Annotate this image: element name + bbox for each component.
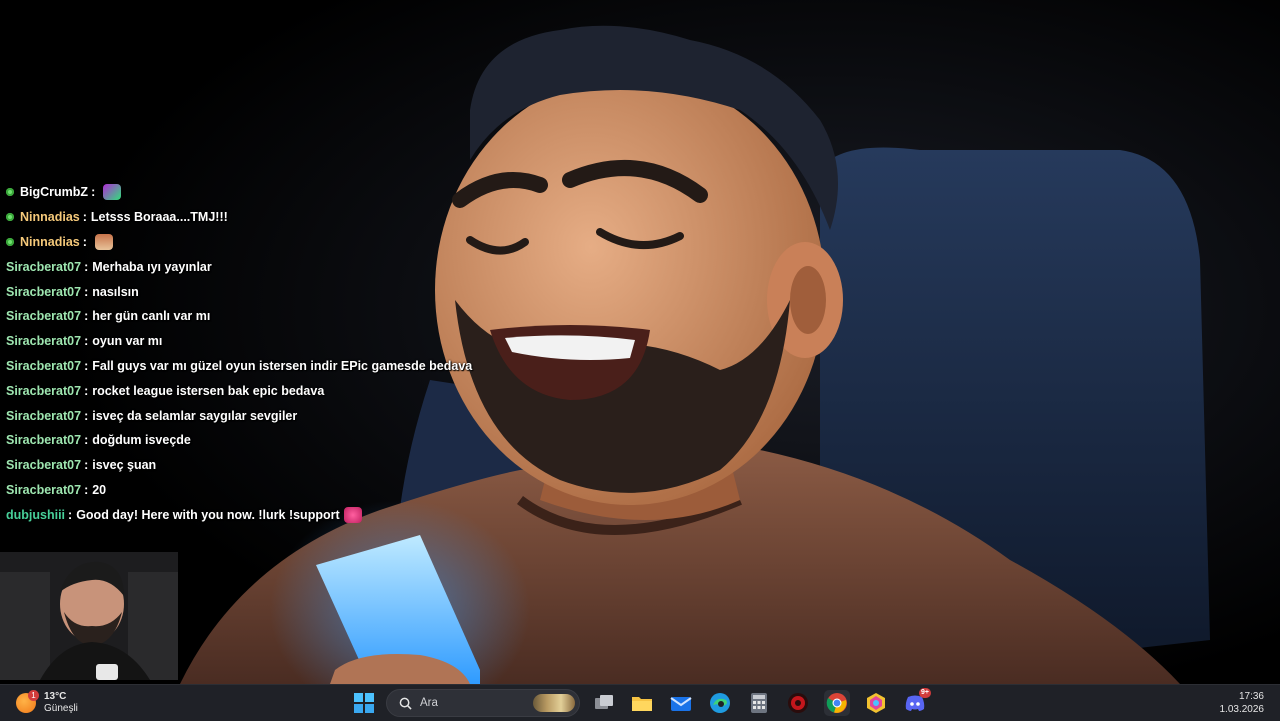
chat-username[interactable]: Siracberat07 xyxy=(6,309,81,323)
chat-message: Siracberat07: isveç da selamlar saygılar … xyxy=(0,403,560,428)
weather-notification-badge: 1 xyxy=(28,690,39,701)
discord-notification-badge: 9+ xyxy=(919,688,931,698)
mail-icon[interactable] xyxy=(668,690,694,716)
heart-emote-icon xyxy=(343,506,362,523)
character-emote-icon xyxy=(94,233,113,250)
chat-username[interactable]: Siracberat07 xyxy=(6,359,81,373)
chat-separator: : xyxy=(84,482,89,497)
file-explorer-icon[interactable] xyxy=(629,690,655,716)
chat-message-text: oyun var mı xyxy=(92,334,163,349)
chat-message-text: Fall guys var mı güzel oyun istersen ind… xyxy=(92,358,473,373)
go-emote-icon xyxy=(103,184,122,201)
colorful-app-icon[interactable] xyxy=(863,690,889,716)
calculator-icon[interactable] xyxy=(746,690,772,716)
chat-separator: : xyxy=(84,383,89,398)
chrome-icon[interactable] xyxy=(824,690,850,716)
search-placeholder: Ara xyxy=(420,697,438,709)
chat-message: dubjushiii: Good day! Here with you now. … xyxy=(0,502,560,527)
chat-separator: : xyxy=(84,458,89,473)
chat-separator: : xyxy=(84,284,89,299)
chat-message: Siracberat07: isveç şuan xyxy=(0,453,560,478)
chat-username[interactable]: Siracberat07 xyxy=(6,483,81,497)
edge-icon[interactable] xyxy=(707,690,733,716)
chat-message: Siracberat07: rocket league istersen bak … xyxy=(0,378,560,403)
taskbar-search-box[interactable]: Ara xyxy=(386,689,580,717)
chat-message-text: 20 xyxy=(92,482,107,497)
chat-separator: : xyxy=(91,185,96,200)
system-clock[interactable]: 17:36 1.03.2026 xyxy=(1220,690,1265,716)
chat-message: Siracberat07: nasılsın xyxy=(0,279,560,304)
chat-username[interactable]: Siracberat07 xyxy=(6,409,81,423)
subscriber-badge-icon xyxy=(6,237,14,246)
chat-message-text: Good day! Here with you now. !lurk !supp… xyxy=(76,507,340,522)
chat-separator: : xyxy=(82,210,87,225)
chat-message: Siracberat07: her gün canlı var mı xyxy=(0,304,560,329)
chat-separator: : xyxy=(84,309,89,324)
stream-chat-overlay: BigCrumbZ: Ninnadias: Letsss Boraaa....TMJ… xyxy=(0,180,560,527)
clock-date: 1.03.2026 xyxy=(1219,704,1265,715)
chat-separator: : xyxy=(84,259,89,274)
chat-separator: : xyxy=(84,408,89,423)
search-icon xyxy=(399,697,412,710)
sun-icon: 1 xyxy=(16,690,39,713)
chat-message-text: doğdum isveçde xyxy=(92,433,191,448)
windows-taskbar: 1 13°C Güneşli Ara 9+ 17:36 1.03.2026 xyxy=(0,684,1280,721)
chat-username[interactable]: Siracberat07 xyxy=(6,334,81,348)
webcam-feed-image xyxy=(0,552,178,680)
clock-time: 17:36 xyxy=(1238,691,1264,702)
red-app-icon[interactable] xyxy=(785,690,811,716)
chat-message: Siracberat07: Fall guys var mı güzel oyun… xyxy=(0,354,560,379)
subscriber-badge-icon xyxy=(6,213,14,222)
weather-widget[interactable]: 1 13°C Güneşli xyxy=(16,689,78,717)
chat-username[interactable]: Siracberat07 xyxy=(6,384,81,398)
chat-message: Ninnadias: xyxy=(0,230,560,255)
chat-username[interactable]: Siracberat07 xyxy=(6,458,81,472)
chat-separator: : xyxy=(82,234,87,249)
chat-username[interactable]: BigCrumbZ xyxy=(20,185,88,199)
chat-username[interactable]: Siracberat07 xyxy=(6,260,81,274)
chat-message-text: isveç şuan xyxy=(92,458,157,473)
chat-message: Siracberat07: oyun var mı xyxy=(0,329,560,354)
chat-separator: : xyxy=(68,507,73,522)
chat-username[interactable]: Ninnadias xyxy=(20,235,80,249)
chat-username[interactable]: dubjushiii xyxy=(6,508,65,522)
chat-message: Siracberat07: Merhaba ıyı yayınlar xyxy=(0,254,560,279)
chat-message-text: rocket league istersen bak epic bedava xyxy=(92,383,325,398)
webcam-overlay xyxy=(0,552,178,680)
chat-message: Siracberat07: doğdum isveçde xyxy=(0,428,560,453)
chat-message: Ninnadias: Letsss Boraaa....TMJ!!! xyxy=(0,205,560,230)
chat-message-text: her gün canlı var mı xyxy=(92,309,211,324)
weather-temperature: 13°C xyxy=(44,691,67,702)
chat-message: Siracberat07:20 xyxy=(0,478,560,503)
chat-username[interactable]: Siracberat07 xyxy=(6,285,81,299)
search-highlight-image xyxy=(533,694,575,712)
task-view-icon[interactable] xyxy=(591,690,617,716)
chat-separator: : xyxy=(84,433,89,448)
discord-icon[interactable]: 9+ xyxy=(902,688,931,716)
chat-username[interactable]: Ninnadias xyxy=(20,210,80,224)
chat-message-text: isveç da selamlar saygılar sevgiler xyxy=(92,408,298,423)
chat-message: BigCrumbZ: xyxy=(0,180,560,205)
start-icon[interactable] xyxy=(351,690,377,716)
chat-username[interactable]: Siracberat07 xyxy=(6,433,81,447)
chat-message-text: nasılsın xyxy=(92,284,139,299)
chat-separator: : xyxy=(84,334,89,349)
chat-separator: : xyxy=(84,358,89,373)
weather-condition: Güneşli xyxy=(44,703,78,714)
subscriber-badge-icon xyxy=(6,188,14,197)
chat-message-text: Letsss Boraaa....TMJ!!! xyxy=(90,210,228,225)
chat-message-text: Merhaba ıyı yayınlar xyxy=(92,259,212,274)
